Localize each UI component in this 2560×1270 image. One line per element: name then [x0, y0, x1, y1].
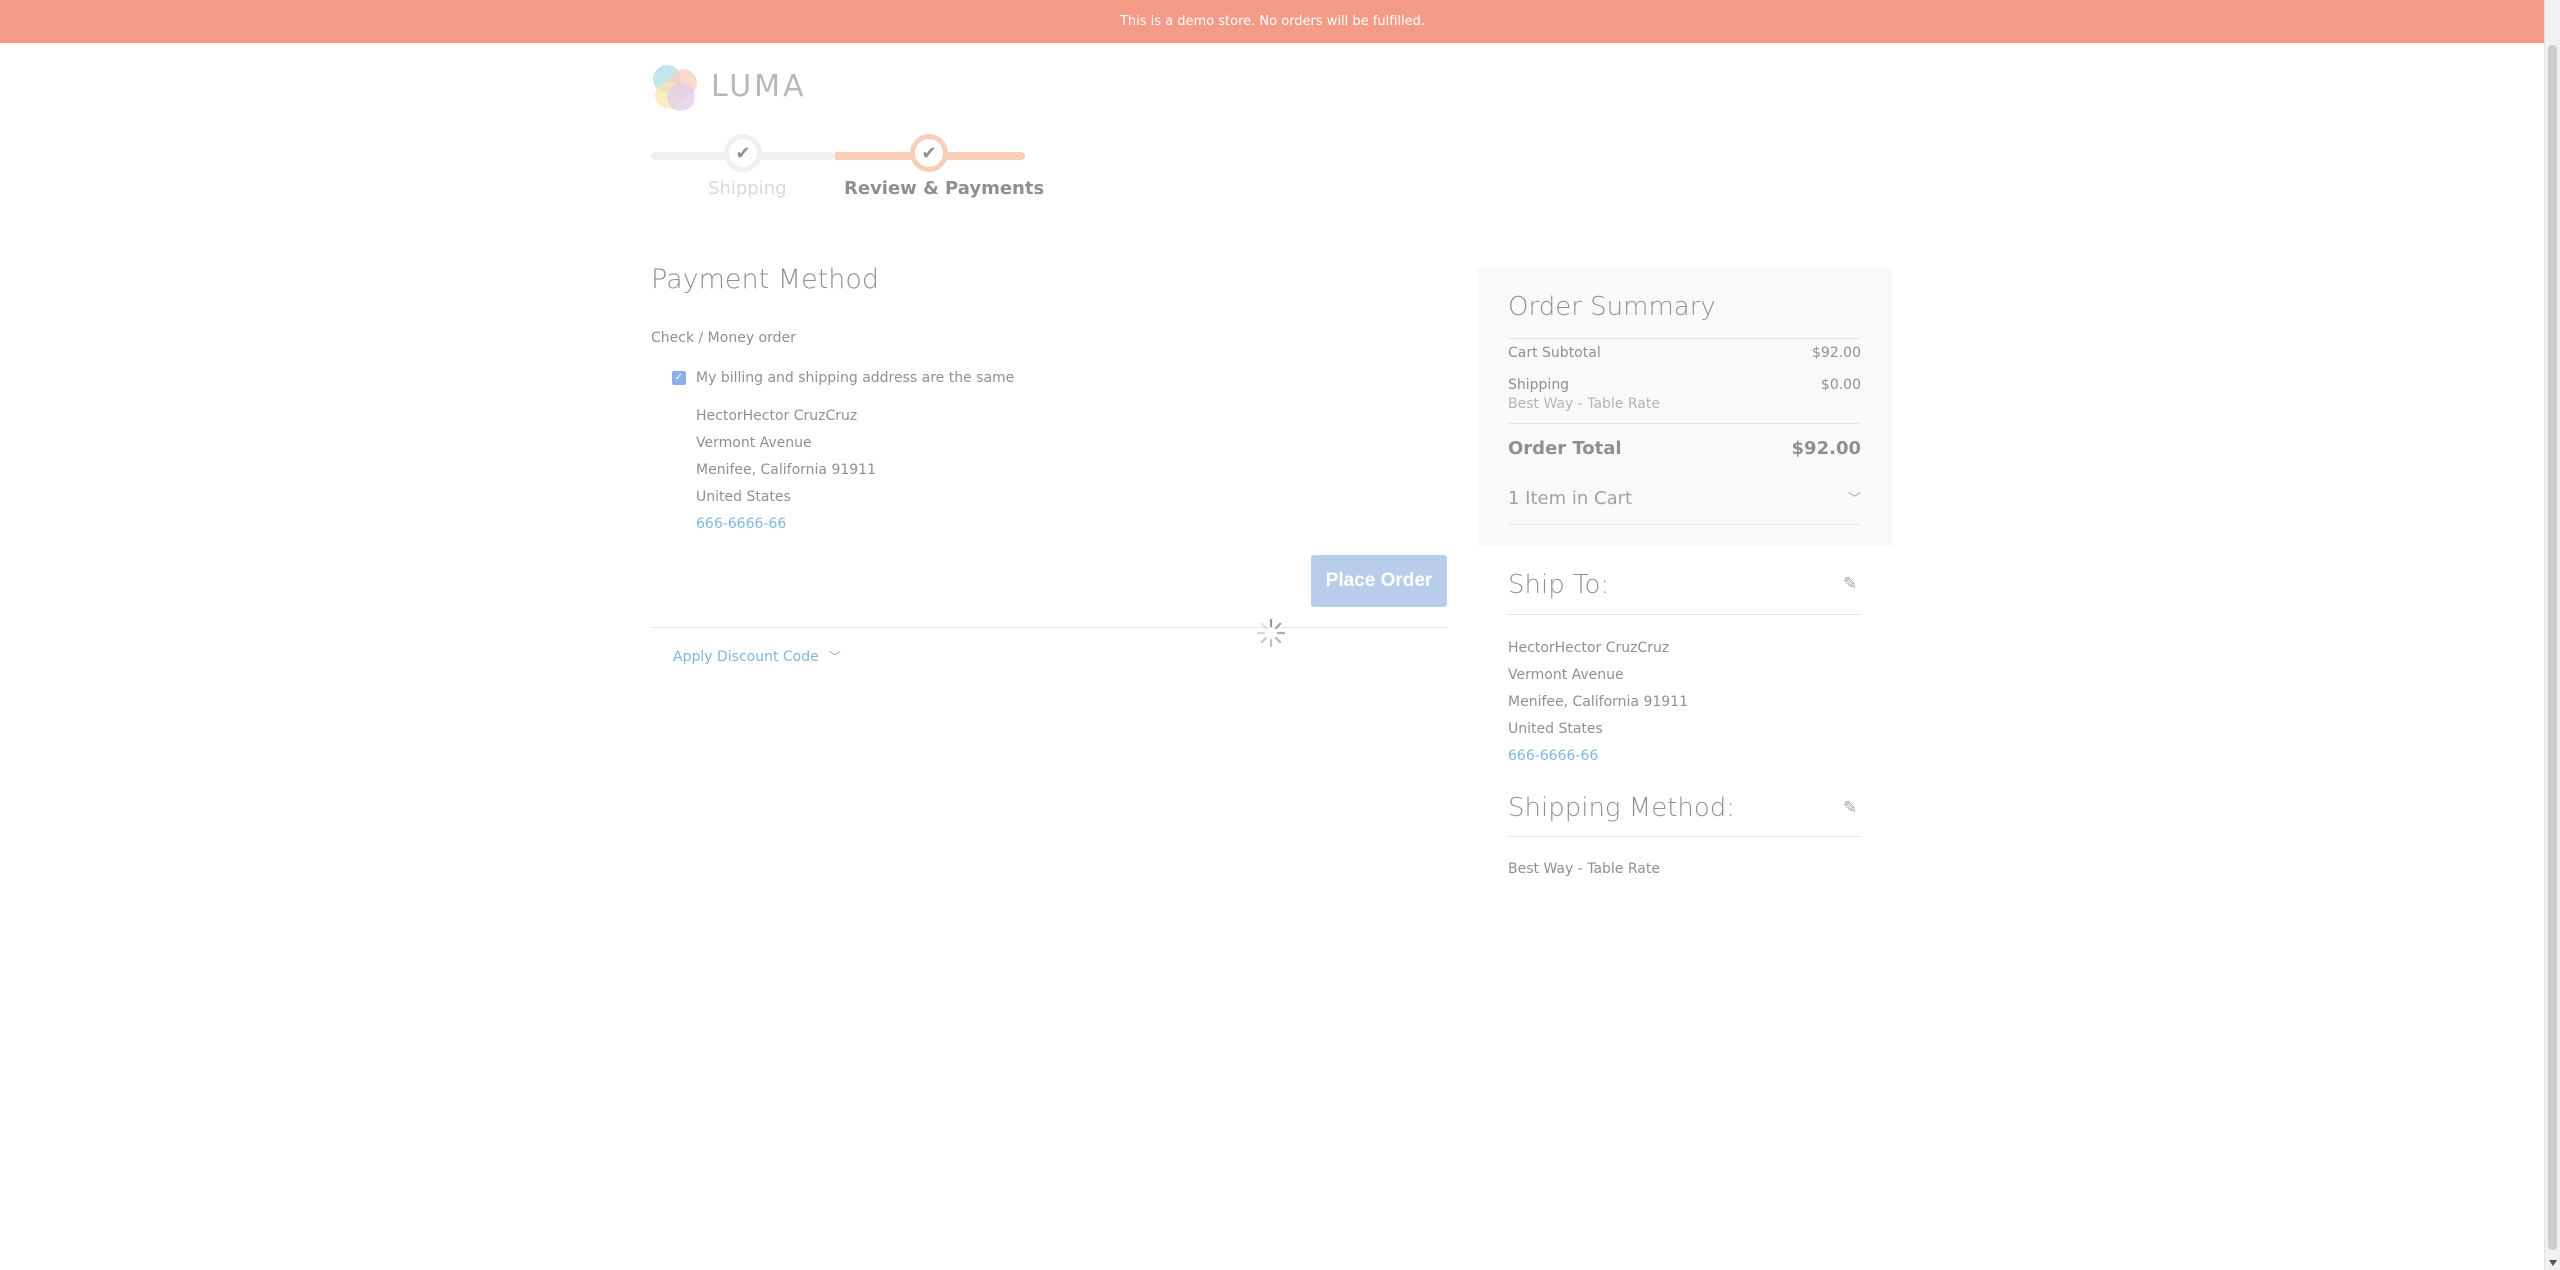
checkout-progress-bar: ✔ ✔ Shipping Review & Payments	[651, 134, 1044, 214]
luma-logo[interactable]: LUMA	[651, 63, 807, 111]
chevron-down-icon: ﹀	[1847, 492, 1861, 507]
billing-phone-link[interactable]: 666-6666-66	[696, 511, 876, 538]
billing-same-as-shipping-row[interactable]: ✓ My billing and shipping address are th…	[672, 370, 1014, 386]
shipping-row: Shipping $0.00	[1508, 377, 1861, 393]
billing-address: HectorHector CruzCruz Vermont Avenue Men…	[696, 403, 876, 538]
edit-pencil-icon[interactable]: ✎	[1843, 798, 1857, 818]
apply-discount-label[interactable]: Apply Discount Code	[673, 649, 819, 665]
checkmark-icon: ✔	[921, 142, 937, 164]
shipping-method-divider	[1508, 836, 1861, 837]
scrollbar-thumb[interactable]	[2548, 45, 2557, 1250]
billing-city-line: Menifee, California 91911	[696, 462, 876, 478]
step-shipping-label[interactable]: Shipping	[708, 178, 787, 199]
billing-street: Vermont Avenue	[696, 435, 812, 451]
luma-logo-icon	[651, 63, 699, 111]
step-review-label: Review & Payments	[844, 178, 1045, 199]
billing-same-label[interactable]: My billing and shipping address are the …	[696, 370, 1014, 386]
shipping-label: Shipping	[1508, 377, 1570, 393]
payment-method-title: Payment Method	[651, 264, 880, 295]
place-order-button[interactable]: Place Order	[1311, 555, 1447, 607]
ship-to-address: HectorHector CruzCruz Vermont Avenue Men…	[1508, 635, 1688, 770]
demo-store-banner: This is a demo store. No orders will be …	[0, 0, 2545, 43]
ship-to-street: Vermont Avenue	[1508, 667, 1624, 683]
summary-divider	[1508, 524, 1861, 525]
summary-divider	[1508, 423, 1861, 424]
ship-to-phone-link[interactable]: 666-6666-66	[1508, 743, 1688, 770]
cart-subtotal-label: Cart Subtotal	[1508, 345, 1601, 361]
chevron-down-icon: ﹀	[828, 650, 841, 664]
logo-text: LUMA	[711, 68, 807, 104]
checkmark-icon: ✔	[735, 142, 751, 164]
cart-subtotal-value: $92.00	[1812, 345, 1861, 361]
divider	[651, 627, 1447, 628]
ship-to-country: United States	[1508, 721, 1603, 737]
shipping-value: $0.00	[1820, 377, 1861, 393]
shipping-method-note: Best Way - Table Rate	[1508, 396, 1660, 412]
summary-divider	[1508, 338, 1861, 339]
items-in-cart-toggle[interactable]: 1 Item in Cart ﹀	[1508, 488, 1861, 509]
apply-discount-toggle[interactable]: Apply Discount Code ﹀	[673, 648, 841, 665]
shipping-method-title: Shipping Method:	[1508, 793, 1736, 823]
order-total-label: Order Total	[1508, 438, 1622, 459]
order-summary-panel: Order Summary Cart Subtotal $92.00 Shipp…	[1477, 268, 1892, 546]
items-in-cart-label[interactable]: 1 Item in Cart	[1508, 488, 1632, 509]
loading-overlay	[0, 43, 2545, 1270]
payment-method-option[interactable]: Check / Money order	[651, 330, 796, 346]
edit-pencil-icon[interactable]: ✎	[1843, 574, 1857, 594]
ship-to-name: HectorHector CruzCruz	[1508, 640, 1670, 656]
ship-to-title: Ship To:	[1508, 570, 1610, 600]
billing-same-checkbox[interactable]: ✓	[672, 371, 686, 385]
order-total-row: Order Total $92.00	[1508, 438, 1861, 459]
order-total-value: $92.00	[1791, 438, 1861, 459]
step-shipping-dot[interactable]: ✔	[724, 134, 762, 172]
loading-spinner-icon	[1256, 618, 1286, 648]
ship-to-divider	[1508, 614, 1861, 615]
billing-country: United States	[696, 489, 791, 505]
order-summary-title: Order Summary	[1508, 292, 1716, 322]
shipping-method-value: Best Way - Table Rate	[1508, 861, 1660, 877]
billing-name: HectorHector CruzCruz	[696, 408, 858, 424]
cart-subtotal-row: Cart Subtotal $92.00	[1508, 345, 1861, 361]
page-scrollbar[interactable]	[2544, 0, 2560, 1270]
scroll-down-arrow-icon[interactable]	[2549, 1260, 2557, 1266]
ship-to-city-line: Menifee, California 91911	[1508, 694, 1688, 710]
demo-store-text: This is a demo store. No orders will be …	[1119, 14, 1426, 29]
step-review-dot: ✔	[910, 134, 948, 172]
